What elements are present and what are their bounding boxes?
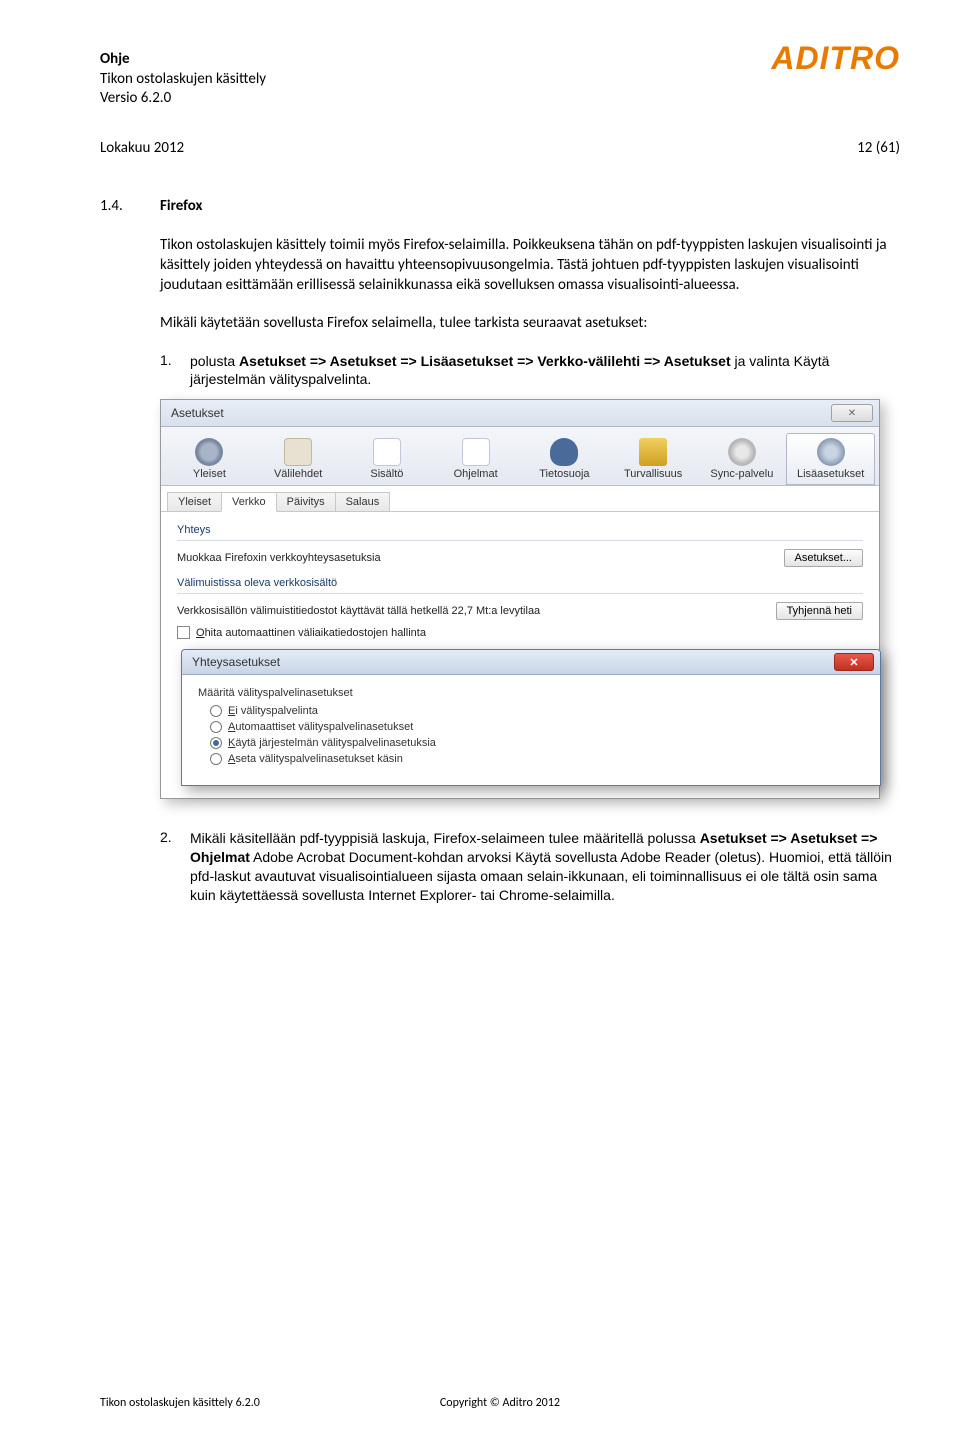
radio-icon[interactable]: [210, 753, 222, 765]
category-yleiset[interactable]: Yleiset: [165, 433, 254, 485]
category-toolbar: Yleiset Välilehdet Sisältö Ohjelmat Tietosuo…: [161, 427, 879, 486]
page-number: 12 (61): [857, 139, 900, 157]
divider: [177, 593, 863, 594]
category-sisältö[interactable]: Sisältö: [343, 433, 432, 485]
category-label: Lisäasetukset: [789, 468, 872, 480]
proxy-heading: Määritä välityspalvelinasetukset: [198, 687, 864, 699]
firefox-settings-screenshot: Asetukset ✕ Yleiset Välilehdet Sisältö Ohje…: [160, 399, 880, 799]
radio-label: Automaattiset välityspalvelinasetukset: [228, 721, 413, 733]
category-turvallisuus[interactable]: Turvallisuus: [609, 433, 698, 485]
footer-right: Copyright © Aditro 2012: [440, 1396, 560, 1410]
group-connection-title: Yhteys: [177, 524, 863, 536]
section-heading: 1.4. Firefox: [100, 197, 900, 215]
connection-row: Muokkaa Firefoxin verkkoyhteysasetuksia …: [177, 549, 863, 567]
page-header: Ohje Tikon ostolaskujen käsittely Versio…: [100, 50, 900, 157]
proxy-radio-3[interactable]: Aseta välityspalvelinasetukset käsin: [210, 753, 864, 765]
cache-override-checkbox-row[interactable]: Ohita automaattinen väliaikatiedostojen …: [177, 626, 863, 639]
radio-label: Ei välityspalvelinta: [228, 705, 318, 717]
page-footer: Tikon ostolaskujen käsittely 6.2.0 Copyr…: [100, 1396, 900, 1410]
doc-date: Lokakuu 2012: [100, 139, 184, 157]
proxy-radio-2[interactable]: Käytä järjestelmän välityspalvelinasetuk…: [210, 737, 864, 749]
intro-paragraph-2: Mikäli käytetään sovellusta Firefox sela…: [160, 313, 900, 333]
aditro-logo: ADITRO: [771, 40, 900, 77]
icon-cal: [462, 438, 490, 466]
icon-adv: [817, 438, 845, 466]
section-title: Firefox: [160, 197, 202, 215]
subtab-päivitys[interactable]: Päivitys: [276, 492, 336, 511]
category-label: Välilehdet: [257, 468, 340, 480]
connection-settings-dialog: Yhteysasetukset ✕ Määritä välityspalveli…: [181, 649, 881, 786]
cache-clear-button[interactable]: Tyhjennä heti: [776, 602, 863, 620]
footer-left: Tikon ostolaskujen käsittely 6.2.0: [100, 1396, 260, 1410]
icon-gear: [195, 438, 223, 466]
category-label: Sync-palvelu: [701, 468, 784, 480]
category-label: Sisältö: [346, 468, 429, 480]
nested-close-button[interactable]: ✕: [834, 653, 874, 671]
radio-icon[interactable]: [210, 721, 222, 733]
list-number: 2.: [160, 829, 180, 905]
nested-titlebar: Yhteysasetukset ✕: [182, 650, 880, 675]
cache-override-label: Ohita automaattinen väliaikatiedostojen …: [196, 627, 426, 639]
connection-text: Muokkaa Firefoxin verkkoyhteysasetuksia: [177, 552, 381, 564]
radio-label: Aseta välityspalvelinasetukset käsin: [228, 753, 403, 765]
proxy-radio-1[interactable]: Automaattiset välityspalvelinasetukset: [210, 721, 864, 733]
category-välilehdet[interactable]: Välilehdet: [254, 433, 343, 485]
divider: [177, 540, 863, 541]
nested-panel: Määritä välityspalvelinasetukset Ei väli…: [182, 675, 880, 785]
cache-row: Verkkosisällön välimuistitiedostot käytt…: [177, 602, 863, 620]
list-text: Mikäli käsitellään pdf-tyyppisiä laskuja…: [190, 829, 900, 905]
category-tietosuoja[interactable]: Tietosuoja: [520, 433, 609, 485]
intro-paragraph-1: Tikon ostolaskujen käsittely toimii myös…: [160, 235, 900, 296]
group-cache-title: Välimuistissa oleva verkkosisältö: [177, 577, 863, 589]
radio-label: Käytä järjestelmän välityspalvelinasetuk…: [228, 737, 436, 749]
dialog-close-button[interactable]: ✕: [831, 404, 873, 422]
icon-mask: [550, 438, 578, 466]
category-sync-palvelu[interactable]: Sync-palvelu: [698, 433, 787, 485]
section-number: 1.4.: [100, 197, 140, 215]
radio-icon[interactable]: [210, 737, 222, 749]
settings-panel: Yhteys Muokkaa Firefoxin verkkoyhteysase…: [161, 512, 879, 798]
date-page-row: Lokakuu 2012 12 (61): [100, 139, 900, 157]
subtab-yleiset[interactable]: Yleiset: [167, 492, 222, 511]
list-text: polusta Asetukset => Asetukset => Lisäas…: [190, 352, 900, 390]
cache-text: Verkkosisällön välimuistitiedostot käytt…: [177, 605, 540, 617]
list-number: 1.: [160, 352, 180, 390]
proxy-radio-0[interactable]: Ei välityspalvelinta: [210, 705, 864, 717]
subtab-row: YleisetVerkkoPäivitysSalaus: [161, 486, 879, 512]
category-label: Turvallisuus: [612, 468, 695, 480]
dialog-title: Asetukset: [171, 406, 224, 420]
content: 1.4. Firefox Tikon ostolaskujen käsittel…: [100, 197, 900, 905]
list-item-2: 2. Mikäli käsitellään pdf-tyyppisiä lask…: [160, 829, 900, 905]
category-label: Yleiset: [168, 468, 251, 480]
list-item-1: 1. polusta Asetukset => Asetukset => Lis…: [160, 352, 900, 390]
checkbox-icon[interactable]: [177, 626, 190, 639]
icon-folder: [284, 438, 312, 466]
category-label: Ohjelmat: [434, 468, 517, 480]
doc-version: Versio 6.2.0: [100, 89, 900, 109]
category-lisäasetukset[interactable]: Lisäasetukset: [786, 433, 875, 485]
dialog-titlebar: Asetukset ✕: [161, 400, 879, 427]
icon-lock: [639, 438, 667, 466]
subtab-salaus[interactable]: Salaus: [335, 492, 391, 511]
icon-doc: [373, 438, 401, 466]
category-ohjelmat[interactable]: Ohjelmat: [431, 433, 520, 485]
nested-dialog-title: Yhteysasetukset: [192, 655, 280, 669]
category-label: Tietosuoja: [523, 468, 606, 480]
radio-icon[interactable]: [210, 705, 222, 717]
subtab-verkko[interactable]: Verkko: [221, 492, 277, 512]
icon-sync: [728, 438, 756, 466]
connection-settings-button[interactable]: Asetukset...: [784, 549, 863, 567]
